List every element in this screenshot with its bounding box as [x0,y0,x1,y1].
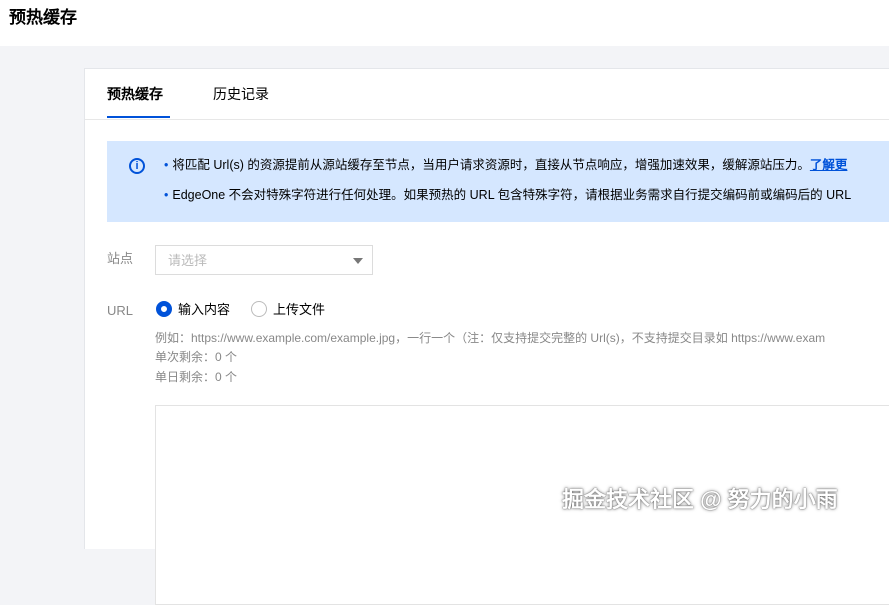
notice-line-2: • EdgeOne 不会对特殊字符进行任何处理。如果预热的 URL 包含特殊字符，… [164,186,851,204]
learn-more-link[interactable]: 了解更 [810,158,848,172]
radio-checked-icon [156,301,172,317]
tab-bar: 预热缓存 历史记录 [85,69,889,120]
bullet: • [164,188,169,202]
site-select[interactable]: 请选择 [155,245,373,275]
notice-text-2: EdgeOne 不会对特殊字符进行任何处理。如果预热的 URL 包含特殊字符，请… [172,188,852,202]
active-tab-indicator [107,116,170,118]
radio-unchecked-icon [251,301,267,317]
radio-upload-label: 上传文件 [273,302,326,317]
site-select-placeholder: 请选择 [168,253,208,268]
site-label: 站点 [107,251,134,266]
top-header: 预热缓存 [0,0,889,46]
url-label: URL [107,303,134,318]
tab-prewarm-cache[interactable]: 预热缓存 [107,84,163,104]
info-icon: i [129,158,145,174]
notice-line-1: • 将匹配 Url(s) 的资源提前从源站缓存至节点，当用户请求资源时，直接从节点… [164,156,847,174]
hint-example: 例如：https://www.example.com/example.jpg，一… [155,331,826,345]
hint-daily-remaining: 单日剩余：0 个 [155,370,238,384]
page-title: 预热缓存 [9,8,77,27]
hint-single-remaining: 单次剩余：0 个 [155,350,238,364]
tab-history[interactable]: 历史记录 [213,84,269,104]
chevron-down-icon [353,258,363,264]
watermark: 掘金技术社区 @ 努力的小雨 [562,487,838,512]
main-panel: 预热缓存 历史记录 i • 将匹配 Url(s) 的资源提前从源站缓存至节点，当用… [84,68,889,605]
radio-input-label: 输入内容 [178,302,231,317]
info-notice: i • 将匹配 Url(s) 的资源提前从源站缓存至节点，当用户请求资源时，直接从… [107,141,889,222]
notice-text-1: 将匹配 Url(s) 的资源提前从源站缓存至节点，当用户请求资源时，直接从节点响… [172,158,810,172]
bullet: • [164,158,169,172]
